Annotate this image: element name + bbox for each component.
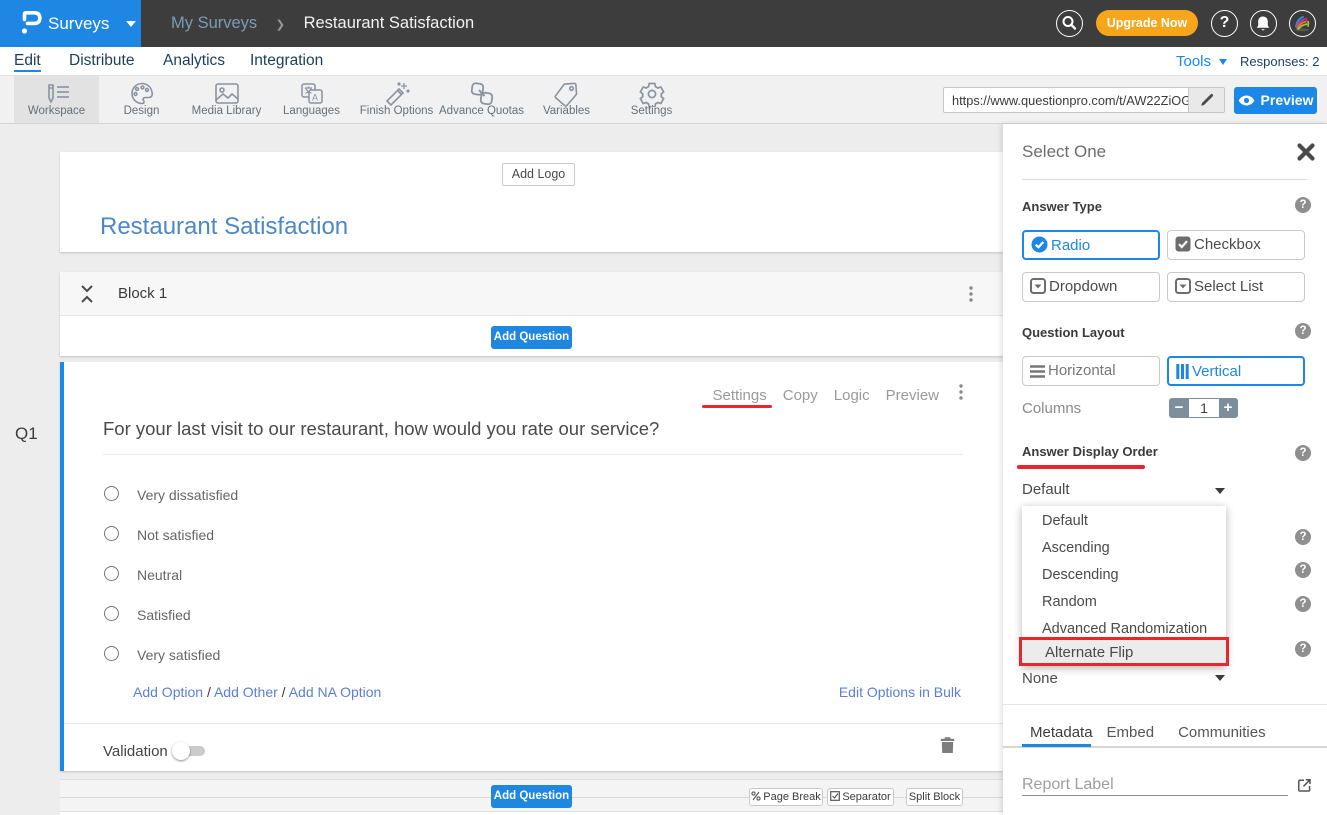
svg-text:A: A xyxy=(312,93,318,103)
